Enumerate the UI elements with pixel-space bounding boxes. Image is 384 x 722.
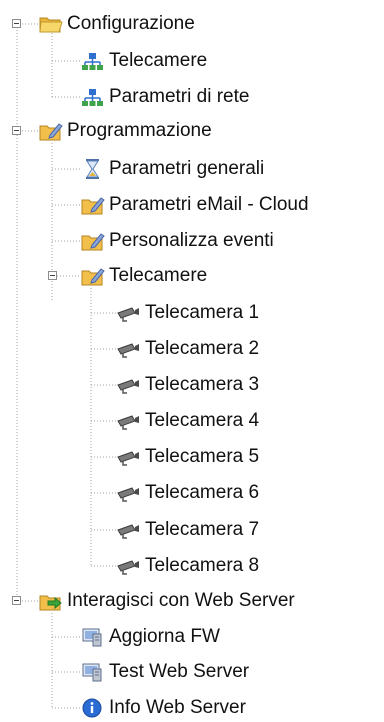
- tree-node-label: Configurazione: [67, 13, 195, 34]
- tree-node-label: Telecamera 8: [145, 555, 260, 576]
- tree-node-label: Telecamere: [109, 265, 208, 286]
- tree-node-telecamera-7[interactable]: Telecamera 7: [116, 516, 259, 544]
- cctv-camera-icon: [116, 374, 141, 396]
- hourglass-icon: [80, 158, 105, 180]
- tree-node-telecamera-2[interactable]: Telecamera 2: [116, 335, 259, 363]
- collapse-programmazione-button[interactable]: [12, 126, 21, 135]
- tree-node-parametri-rete[interactable]: Parametri di rete: [80, 83, 249, 111]
- tree-node-aggiorna-fw[interactable]: Aggiorna FW: [80, 623, 220, 651]
- tree-node-label: Info Web Server: [109, 697, 246, 718]
- tree-node-label: Telecamera 1: [145, 302, 260, 323]
- cctv-camera-icon: [116, 519, 141, 541]
- tree-node-label: Telecamere: [109, 50, 208, 71]
- info-icon: [80, 697, 105, 719]
- tree-node-label: Telecamera 4: [145, 410, 260, 431]
- tree-node-label: Parametri eMail - Cloud: [109, 194, 309, 215]
- server-monitor-icon: [80, 626, 105, 648]
- tree-node-telecamera-8[interactable]: Telecamera 8: [116, 552, 259, 580]
- cctv-camera-icon: [116, 482, 141, 504]
- tree-node-label: Aggiorna FW: [109, 626, 220, 647]
- tree-node-label: Parametri generali: [109, 158, 265, 179]
- cctv-camera-icon: [116, 555, 141, 577]
- tree-node-label: Test Web Server: [109, 661, 250, 682]
- folder-edit-icon: [80, 194, 105, 216]
- tree-node-configurazione[interactable]: Configurazione: [38, 10, 195, 38]
- tree-node-label: Personalizza eventi: [109, 230, 274, 251]
- folder-arrow-icon: [38, 590, 63, 612]
- tree-node-label: Telecamera 2: [145, 338, 260, 359]
- tree-node-label: Parametri di rete: [109, 86, 250, 107]
- tree-node-personalizza-eventi[interactable]: Personalizza eventi: [80, 227, 274, 255]
- tree-node-telecamera-6[interactable]: Telecamera 6: [116, 479, 259, 507]
- network-icon: [80, 86, 105, 108]
- tree-node-label: Telecamera 3: [145, 374, 260, 395]
- tree-node-telecamera-4[interactable]: Telecamera 4: [116, 407, 259, 435]
- network-icon: [80, 50, 105, 72]
- collapse-webserver-button[interactable]: [12, 596, 21, 605]
- tree-node-label: Telecamera 5: [145, 446, 260, 467]
- tree-node-programmazione[interactable]: Programmazione: [38, 117, 212, 145]
- cctv-camera-icon: [116, 338, 141, 360]
- tree-node-interagisci-web-server[interactable]: Interagisci con Web Server: [38, 587, 295, 615]
- folder-edit-icon: [80, 230, 105, 252]
- tree-node-telecamera-5[interactable]: Telecamera 5: [116, 443, 259, 471]
- collapse-telecamere-folder-button[interactable]: [48, 271, 57, 280]
- folder-open-icon: [38, 13, 63, 35]
- tree-node-telecamera-3[interactable]: Telecamera 3: [116, 371, 259, 399]
- tree-node-label: Interagisci con Web Server: [67, 590, 295, 611]
- tree-node-label: Telecamera 7: [145, 519, 260, 540]
- tree-node-info-web-server[interactable]: Info Web Server: [80, 694, 246, 722]
- tree-node-parametri-email-cloud[interactable]: Parametri eMail - Cloud: [80, 191, 309, 219]
- server-monitor-icon: [80, 661, 105, 683]
- tree-view[interactable]: Configurazione Telecamere Parametri di r: [0, 0, 384, 722]
- tree-node-label: Telecamera 6: [145, 482, 260, 503]
- cctv-camera-icon: [116, 446, 141, 468]
- folder-edit-icon: [38, 120, 63, 142]
- tree-node-label: Programmazione: [67, 120, 212, 141]
- tree-node-telecamere-config[interactable]: Telecamere: [80, 47, 207, 75]
- tree-node-telecamere-folder[interactable]: Telecamere: [80, 262, 207, 290]
- cctv-camera-icon: [116, 302, 141, 324]
- cctv-camera-icon: [116, 410, 141, 432]
- tree-node-test-web-server[interactable]: Test Web Server: [80, 658, 249, 686]
- collapse-configurazione-button[interactable]: [12, 19, 21, 28]
- folder-edit-icon: [80, 265, 105, 287]
- tree-node-parametri-generali[interactable]: Parametri generali: [80, 155, 264, 183]
- tree-node-telecamera-1[interactable]: Telecamera 1: [116, 299, 259, 327]
